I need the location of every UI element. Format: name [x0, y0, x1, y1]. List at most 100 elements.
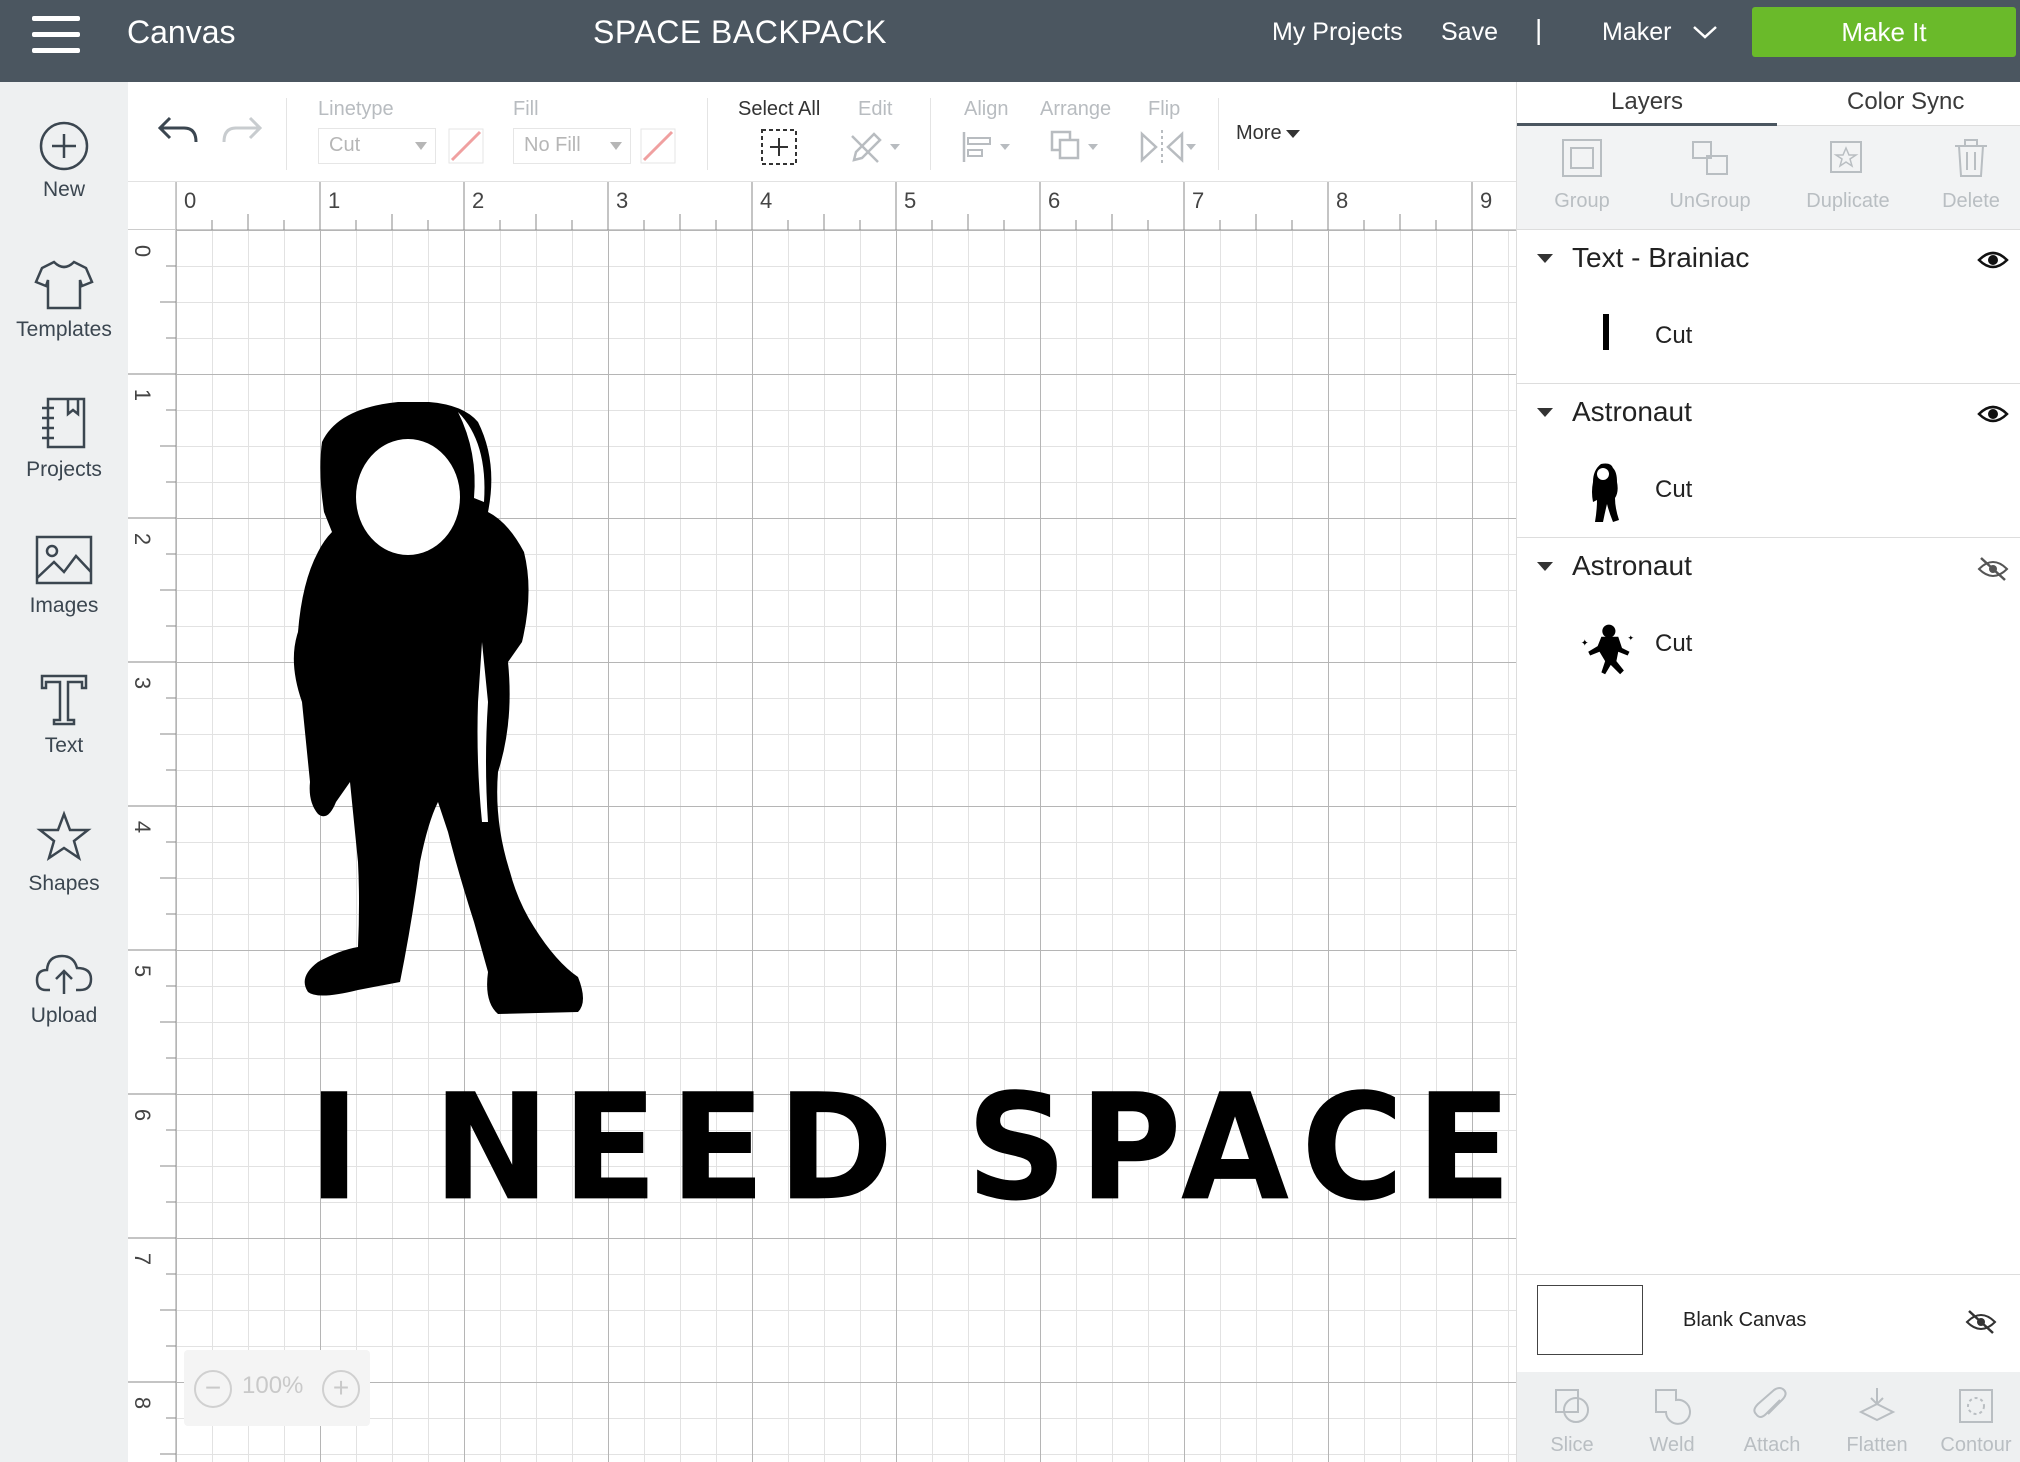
select-all-label: Select All [738, 98, 821, 120]
sidebar-item-projects[interactable]: Projects [0, 396, 128, 482]
slice-button[interactable]: Slice [1527, 1386, 1617, 1457]
align-icon[interactable] [960, 128, 1016, 166]
layer-group[interactable]: Text - Brainiac Cut [1517, 230, 2020, 384]
flatten-label: Flatten [1846, 1434, 1908, 1456]
arrange-icon[interactable] [1048, 128, 1104, 166]
sidebar-item-shapes[interactable]: Shapes [0, 810, 128, 896]
group-button[interactable]: Group [1527, 136, 1637, 213]
astronaut-silhouette[interactable] [288, 402, 648, 1042]
ruler-y-label: 4 [130, 820, 156, 834]
plus-circle-icon [39, 121, 89, 171]
caret-down-icon [1285, 129, 1300, 138]
select-all-icon[interactable] [760, 128, 798, 166]
layer-operation: Cut [1655, 476, 1693, 503]
duplicate-button[interactable]: Duplicate [1783, 136, 1913, 213]
machine-label: Maker [1602, 18, 1672, 46]
linetype-value: Cut [329, 134, 361, 156]
contour-label: Contour [1940, 1434, 2012, 1456]
machine-select[interactable]: Maker [1602, 18, 1718, 47]
sidebar-item-new[interactable]: New [0, 120, 128, 202]
my-projects-link[interactable]: My Projects [1272, 18, 1403, 47]
linetype-select[interactable]: Cut [318, 128, 436, 164]
caret-down-icon[interactable] [1537, 254, 1553, 263]
eye-hidden-icon[interactable] [1977, 556, 2009, 582]
svg-text:✦: ✦ [1628, 634, 1635, 643]
layer-name: Text - Brainiac [1572, 242, 1750, 273]
tab-color-sync[interactable]: Color Sync [1847, 88, 1964, 116]
sidebar-item-label: Shapes [28, 872, 100, 895]
make-it-button[interactable]: Make It [1752, 7, 2016, 57]
eye-hidden-icon[interactable] [1965, 1309, 1997, 1335]
layers-panel: Layers Color Sync Group UnGroup Duplicat… [1516, 82, 2020, 1462]
sidebar-item-images[interactable]: Images [0, 534, 128, 618]
fill-label: Fill [513, 98, 539, 120]
layer-name: Astronaut [1572, 550, 1692, 581]
sidebar-item-templates[interactable]: Templates [0, 258, 128, 342]
sidebar-item-label: Upload [30, 1004, 98, 1027]
tshirt-icon [34, 260, 94, 310]
left-sidebar: New Templates Projects Images Text Shape… [0, 82, 128, 1462]
cloud-upload-icon [35, 954, 93, 994]
edit-pencil-icon[interactable] [848, 128, 904, 166]
combine-actions: Slice Weld Attach Flatten Contour [1517, 1372, 2020, 1462]
ruler-y-label: 8 [130, 1396, 156, 1410]
vertical-ruler-ticks [128, 265, 176, 1455]
blank-canvas-row[interactable]: Blank Canvas [1517, 1274, 2020, 1372]
caret-down-icon[interactable] [1537, 408, 1553, 417]
sidebar-item-label: New [42, 178, 85, 201]
layer-group[interactable]: Astronaut ✦ ✦ Cut [1517, 538, 2020, 692]
ruler-x-label: 0 [184, 188, 197, 213]
zoom-level: 100% [242, 1372, 304, 1399]
ungroup-button[interactable]: UnGroup [1645, 136, 1775, 213]
undo-icon[interactable] [156, 112, 200, 148]
align-label: Align [964, 98, 1009, 120]
project-title[interactable]: SPACE BACKPACK [0, 14, 1480, 51]
sidebar-item-label: Text [44, 734, 84, 757]
zoom-out-button[interactable]: − [194, 1370, 232, 1408]
zoom-in-button[interactable]: + [322, 1370, 360, 1408]
ruler-x-label: 2 [472, 188, 485, 213]
delete-button[interactable]: Delete [1921, 136, 2020, 213]
flatten-button[interactable]: Flatten [1827, 1386, 1927, 1457]
save-button[interactable]: Save [1441, 18, 1498, 47]
weld-button[interactable]: Weld [1627, 1386, 1717, 1457]
edit-label: Edit [858, 98, 893, 120]
contour-button[interactable]: Contour [1931, 1386, 2020, 1457]
ruler-y-label: 2 [130, 532, 156, 546]
fill-select[interactable]: No Fill [513, 128, 631, 164]
ruler-y-label: 6 [130, 1108, 156, 1122]
delete-label: Delete [1942, 190, 2000, 212]
redo-icon[interactable] [220, 112, 264, 148]
flip-icon[interactable] [1138, 128, 1198, 166]
sidebar-item-text[interactable]: Text [0, 672, 128, 758]
design-text[interactable]: I NEED SPACE [308, 1063, 1516, 1234]
eye-icon[interactable] [1977, 402, 2009, 426]
chevron-down-icon [1693, 26, 1718, 39]
ruler-x-label: 6 [1048, 188, 1061, 213]
duplicate-icon [1830, 141, 1862, 173]
caret-down-icon[interactable] [1537, 562, 1553, 571]
notebook-icon [42, 397, 86, 449]
ruler-x-label: 5 [904, 188, 917, 213]
layer-operation: Cut [1655, 322, 1693, 349]
top-bar: Canvas SPACE BACKPACK My Projects Save |… [0, 0, 2020, 82]
layer-group[interactable]: Astronaut Cut [1517, 384, 2020, 538]
fill-value: No Fill [524, 134, 581, 156]
design-canvas[interactable]: 0 1 2 3 4 5 6 7 8 9 0 1 2 3 4 5 6 7 8 I … [128, 182, 1516, 1462]
ungroup-icon [1692, 141, 1728, 175]
horizontal-ruler-ticks [176, 182, 1473, 230]
ruler-x-label: 7 [1192, 188, 1205, 213]
fill-color-swatch-icon[interactable] [640, 128, 676, 164]
linetype-color-swatch-icon[interactable] [448, 128, 484, 164]
sidebar-item-upload[interactable]: Upload [0, 948, 128, 1028]
more-menu[interactable]: More [1236, 122, 1300, 145]
ruler-x-label: 8 [1336, 188, 1349, 213]
image-icon [35, 535, 93, 585]
blank-canvas-swatch[interactable] [1537, 1285, 1643, 1355]
eye-icon[interactable] [1977, 248, 2009, 272]
attach-button[interactable]: Attach [1727, 1386, 1817, 1457]
contour-icon [1959, 1389, 1993, 1423]
duplicate-label: Duplicate [1806, 190, 1890, 212]
flip-label: Flip [1148, 98, 1181, 120]
tab-layers[interactable]: Layers [1611, 88, 1683, 116]
